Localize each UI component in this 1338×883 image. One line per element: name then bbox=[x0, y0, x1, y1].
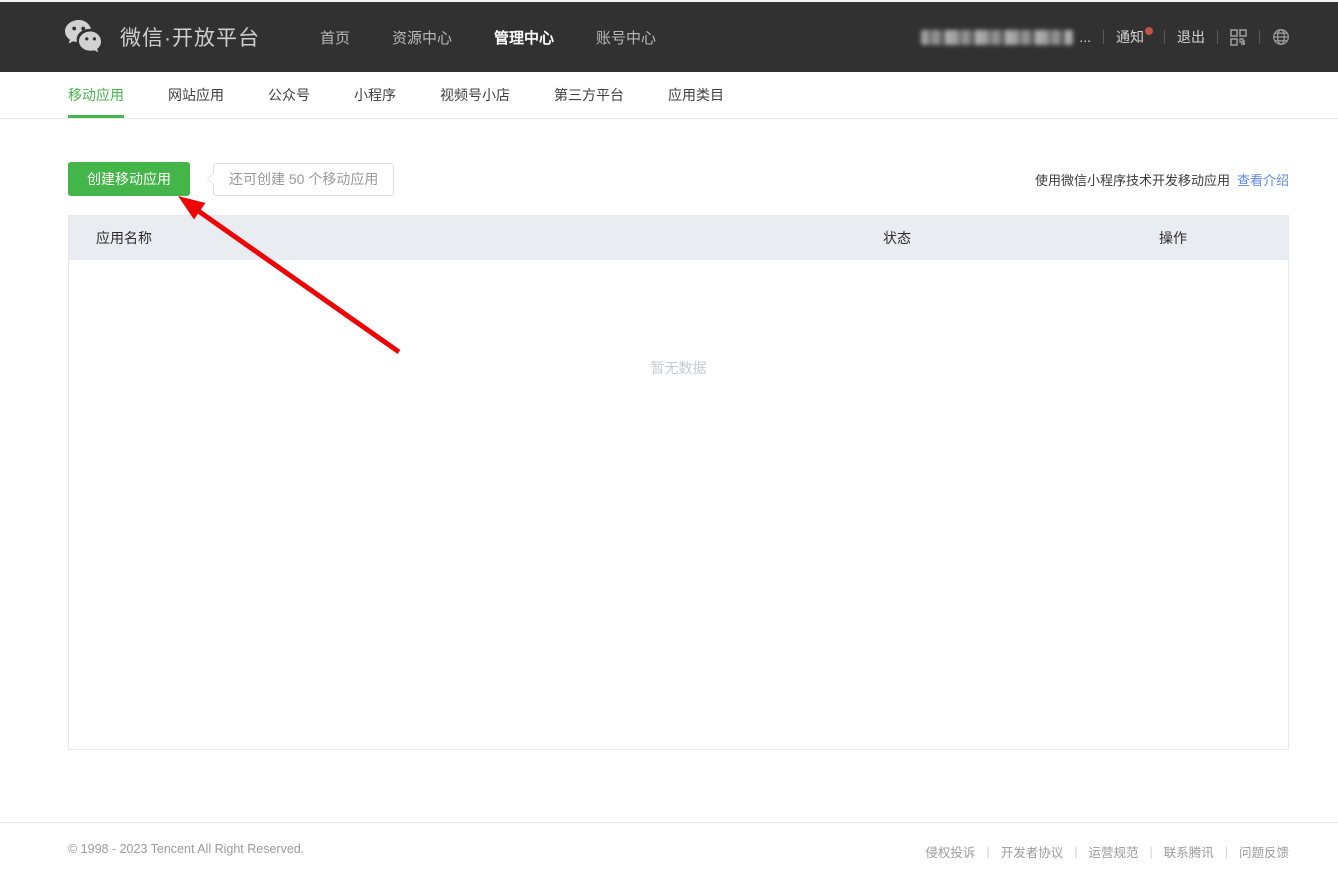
account-name-ellipsis: ... bbox=[1079, 29, 1091, 45]
miniprogram-tech-hint: 使用微信小程序技术开发移动应用查看介绍 bbox=[1035, 170, 1289, 189]
brand-title: 微信·开放平台 bbox=[120, 22, 260, 52]
table-body: 暂无数据 bbox=[69, 260, 1288, 378]
nav-item-account-center[interactable]: 账号中心 bbox=[596, 27, 656, 48]
tab-official-account[interactable]: 公众号 bbox=[268, 72, 310, 118]
copyright-text: © 1998 - 2023 Tencent All Right Reserved… bbox=[68, 842, 304, 856]
brand-home-link[interactable]: 微信·开放平台 bbox=[62, 18, 260, 56]
tab-mini-program[interactable]: 小程序 bbox=[354, 72, 396, 118]
wechat-logo-icon bbox=[62, 18, 108, 56]
tab-channels-shop[interactable]: 视频号小店 bbox=[440, 72, 510, 118]
logout-link[interactable]: 退出 bbox=[1177, 27, 1205, 47]
divider bbox=[1103, 30, 1104, 44]
language-globe-icon[interactable] bbox=[1272, 28, 1290, 46]
tab-app-category[interactable]: 应用类目 bbox=[668, 72, 724, 118]
nav-item-home[interactable]: 首页 bbox=[320, 27, 350, 48]
account-name-redacted[interactable] bbox=[921, 30, 1073, 45]
divider: | bbox=[1149, 845, 1152, 859]
tab-website-app[interactable]: 网站应用 bbox=[168, 72, 224, 118]
footer-link-contact-tencent[interactable]: 联系腾讯 bbox=[1164, 842, 1214, 861]
divider bbox=[1164, 30, 1165, 44]
footer-links: 侵权投诉 | 开发者协议 | 运营规范 | 联系腾讯 | 问题反馈 bbox=[925, 842, 1289, 861]
hint-text: 使用微信小程序技术开发移动应用 bbox=[1035, 173, 1230, 188]
divider: | bbox=[986, 845, 989, 859]
table-header-row: 应用名称 状态 操作 bbox=[69, 216, 1288, 260]
divider: | bbox=[1074, 845, 1077, 859]
nav-item-management-center[interactable]: 管理中心 bbox=[494, 27, 554, 48]
footer-link-feedback[interactable]: 问题反馈 bbox=[1239, 842, 1289, 861]
toolbar: 创建移动应用 还可创建 50 个移动应用 使用微信小程序技术开发移动应用查看介绍 bbox=[68, 162, 1289, 196]
tab-mobile-app[interactable]: 移动应用 bbox=[68, 72, 124, 118]
notification-dot-icon bbox=[1145, 27, 1153, 35]
column-header-status: 状态 bbox=[883, 228, 1159, 248]
divider bbox=[1259, 30, 1260, 44]
qr-code-icon[interactable] bbox=[1230, 29, 1247, 46]
account-area: ... 通知 退出 bbox=[921, 27, 1290, 47]
footer-link-infringement-complaint[interactable]: 侵权投诉 bbox=[925, 842, 975, 861]
app-list-table: 应用名称 状态 操作 暂无数据 bbox=[68, 215, 1289, 750]
quota-remaining-note: 还可创建 50 个移动应用 bbox=[213, 163, 394, 196]
column-header-action: 操作 bbox=[1159, 228, 1288, 248]
main-nav: 首页 资源中心 管理中心 账号中心 bbox=[320, 27, 656, 48]
wechat-open-platform-page: 微信·开放平台 首页 资源中心 管理中心 账号中心 ... 通知 退出 bbox=[0, 0, 1338, 883]
create-mobile-app-button[interactable]: 创建移动应用 bbox=[68, 162, 190, 196]
nav-item-resource-center[interactable]: 资源中心 bbox=[392, 27, 452, 48]
view-introduction-link[interactable]: 查看介绍 bbox=[1237, 173, 1289, 188]
footer-link-developer-agreement[interactable]: 开发者协议 bbox=[1001, 842, 1064, 861]
tab-third-party-platform[interactable]: 第三方平台 bbox=[554, 72, 624, 118]
divider: | bbox=[1225, 845, 1228, 859]
app-type-tabbar: 移动应用 网站应用 公众号 小程序 视频号小店 第三方平台 应用类目 bbox=[0, 72, 1338, 119]
notifications-link[interactable]: 通知 bbox=[1116, 27, 1152, 47]
divider bbox=[1217, 30, 1218, 44]
footer-link-operation-rules[interactable]: 运营规范 bbox=[1088, 842, 1138, 861]
page-footer: © 1998 - 2023 Tencent All Right Reserved… bbox=[0, 822, 1338, 883]
empty-state-text: 暂无数据 bbox=[651, 358, 707, 378]
column-header-app-name: 应用名称 bbox=[69, 228, 883, 248]
top-header: 微信·开放平台 首页 资源中心 管理中心 账号中心 ... 通知 退出 bbox=[0, 2, 1338, 72]
